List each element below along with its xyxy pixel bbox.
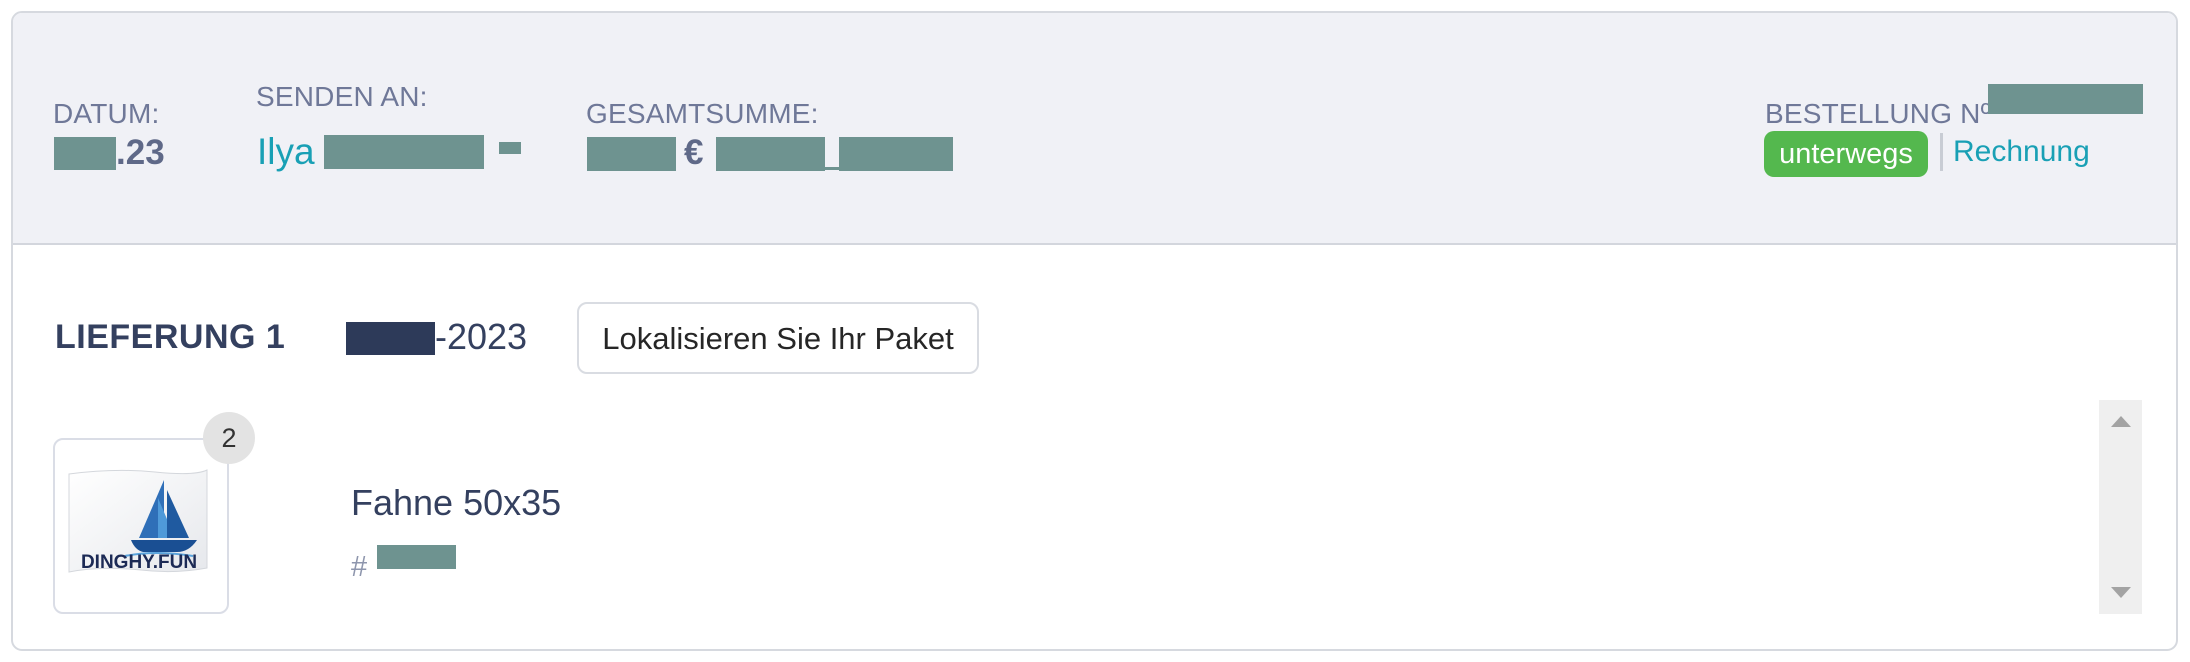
sku-redacted (377, 545, 456, 569)
date-label: DATUM: (53, 98, 160, 129)
shipment-date-redacted (346, 322, 435, 355)
shipment-title: LIEFERUNG 1 (55, 318, 286, 356)
sku-prefix: # (351, 551, 368, 583)
total-redacted-2 (716, 137, 825, 171)
quantity-badge: 2 (203, 412, 255, 464)
scroll-down-icon[interactable] (2111, 587, 2131, 598)
item-list-scrollbar[interactable] (2099, 400, 2142, 614)
order-number-redacted (1988, 84, 2143, 114)
logo-text: DINGHY.FUN (81, 552, 197, 573)
product-name[interactable]: Fahne 50x35 (351, 482, 561, 524)
total-redacted-3 (839, 137, 953, 171)
date-redacted (54, 137, 116, 170)
order-card: DATUM: .23 SENDEN AN: Ilya GESAMTSUMME: … (11, 11, 2178, 651)
divider (1940, 133, 1943, 171)
status-badge: unterwegs (1764, 131, 1928, 177)
order-number-label: BESTELLUNG Nº (1765, 98, 1991, 129)
scroll-up-icon[interactable] (2111, 416, 2131, 427)
currency-symbol: € (684, 133, 704, 172)
ship-to-label: SENDEN AN: (256, 81, 428, 112)
total-redacted (587, 137, 676, 171)
ship-to-name[interactable]: Ilya (257, 131, 315, 173)
ship-to-redacted-small (499, 142, 521, 154)
sailboat-logo-icon: DINGHY.FUN (68, 469, 208, 573)
order-header: DATUM: .23 SENDEN AN: Ilya GESAMTSUMME: … (13, 13, 2176, 245)
shipment-date-suffix: -2023 (435, 316, 528, 357)
date-value-suffix: .23 (116, 133, 165, 172)
total-label: GESAMTSUMME: (586, 98, 819, 129)
product-thumbnail[interactable]: DINGHY.FUN (53, 438, 229, 614)
track-package-button[interactable]: Lokalisieren Sie Ihr Paket (577, 302, 979, 374)
invoice-link[interactable]: Rechnung (1953, 135, 2090, 169)
total-redacted-underscore (825, 167, 839, 170)
ship-to-redacted (324, 135, 484, 169)
